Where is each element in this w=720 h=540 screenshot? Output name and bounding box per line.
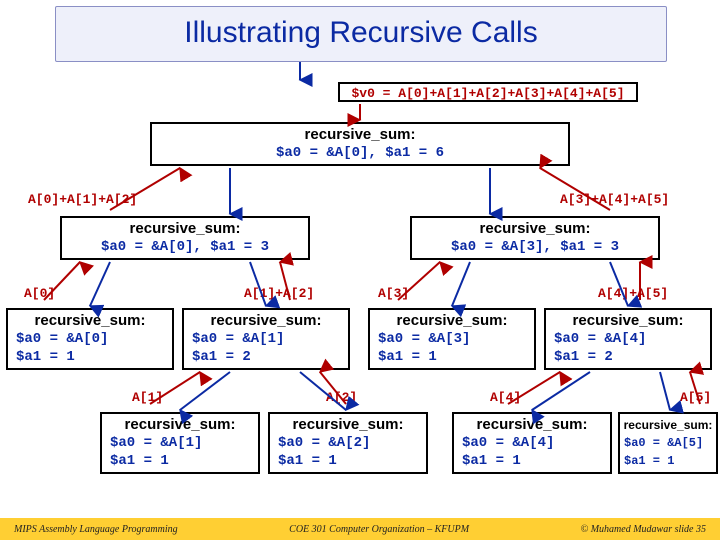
footer-right: © Muhamed Mudawar slide 35 — [581, 524, 706, 535]
l3-n2-call-header: recursive_sum: — [370, 310, 534, 330]
l4-n0-call-header: recursive_sum: — [102, 414, 258, 434]
l4-n1-call-header: recursive_sum: — [270, 414, 426, 434]
l3-n2-call: recursive_sum: $a0 = &A[3] $a1 = 1 — [368, 308, 536, 370]
l4-n0-call-args: $a0 = &A[1] $a1 = 1 — [102, 434, 258, 472]
l3-n0-call-header: recursive_sum: — [8, 310, 172, 330]
l4-n1-call: recursive_sum: $a0 = &A[2] $a1 = 1 — [268, 412, 428, 474]
l4-n3-call: recursive_sum: $a0 = &A[5] $a1 = 1 — [618, 412, 718, 474]
l2-left-call-header: recursive_sum: — [62, 218, 308, 238]
root-call: recursive_sum: $a0 = &A[0], $a1 = 6 — [150, 122, 570, 166]
l3-n0-call: recursive_sum: $a0 = &A[0] $a1 = 1 — [6, 308, 174, 370]
l3-n3-result: A[4]+A[5] — [598, 286, 668, 301]
footer-left: MIPS Assembly Language Programming — [14, 524, 178, 535]
l4-n2-call: recursive_sum: $a0 = &A[4] $a1 = 1 — [452, 412, 612, 474]
l3-n3-call: recursive_sum: $a0 = &A[4] $a1 = 2 — [544, 308, 712, 370]
l3-n0-call-args: $a0 = &A[0] $a1 = 1 — [8, 330, 172, 368]
l2-left-result: A[0]+A[1]+A[2] — [28, 192, 137, 207]
l2-right-call-header: recursive_sum: — [412, 218, 658, 238]
l3-n0-result: A[0] — [24, 286, 55, 301]
l4-n0-call: recursive_sum: $a0 = &A[1] $a1 = 1 — [100, 412, 260, 474]
l2-right-call-args: $a0 = &A[3], $a1 = 3 — [412, 238, 658, 258]
l4-n0-result: A[1] — [132, 390, 163, 405]
l4-n2-result: A[4] — [490, 390, 521, 405]
slide-footer: MIPS Assembly Language Programming COE 3… — [0, 518, 720, 540]
l2-right-result: A[3]+A[4]+A[5] — [560, 192, 669, 207]
l3-n2-call-args: $a0 = &A[3] $a1 = 1 — [370, 330, 534, 368]
root-call-header: recursive_sum: — [152, 124, 568, 144]
l2-left-call: recursive_sum: $a0 = &A[0], $a1 = 3 — [60, 216, 310, 260]
l4-n3-result: A[5] — [680, 390, 711, 405]
l4-n3-call-args: $a0 = &A[5] $a1 = 1 — [620, 434, 716, 472]
l3-n1-call-header: recursive_sum: — [184, 310, 348, 330]
l3-n2-result: A[3] — [378, 286, 409, 301]
footer-center: COE 301 Computer Organization – KFUPM — [289, 524, 469, 535]
l4-n3-call-header: recursive_sum: — [620, 414, 716, 434]
l4-n2-call-header: recursive_sum: — [454, 414, 610, 434]
l4-n2-call-args: $a0 = &A[4] $a1 = 1 — [454, 434, 610, 472]
l2-right-call: recursive_sum: $a0 = &A[3], $a1 = 3 — [410, 216, 660, 260]
l3-n1-call-args: $a0 = &A[1] $a1 = 2 — [184, 330, 348, 368]
slide-title: Illustrating Recursive Calls — [55, 6, 667, 62]
l3-n1-call: recursive_sum: $a0 = &A[1] $a1 = 2 — [182, 308, 350, 370]
l2-left-call-args: $a0 = &A[0], $a1 = 3 — [62, 238, 308, 258]
l4-n1-result: A[2] — [326, 390, 357, 405]
l3-n3-call-args: $a0 = &A[4] $a1 = 2 — [546, 330, 710, 368]
l3-n3-call-header: recursive_sum: — [546, 310, 710, 330]
l3-n1-result: A[1]+A[2] — [244, 286, 314, 301]
root-result: $v0 = A[0]+A[1]+A[2]+A[3]+A[4]+A[5] — [338, 82, 638, 102]
l4-n1-call-args: $a0 = &A[2] $a1 = 1 — [270, 434, 426, 472]
root-call-args: $a0 = &A[0], $a1 = 6 — [152, 144, 568, 164]
